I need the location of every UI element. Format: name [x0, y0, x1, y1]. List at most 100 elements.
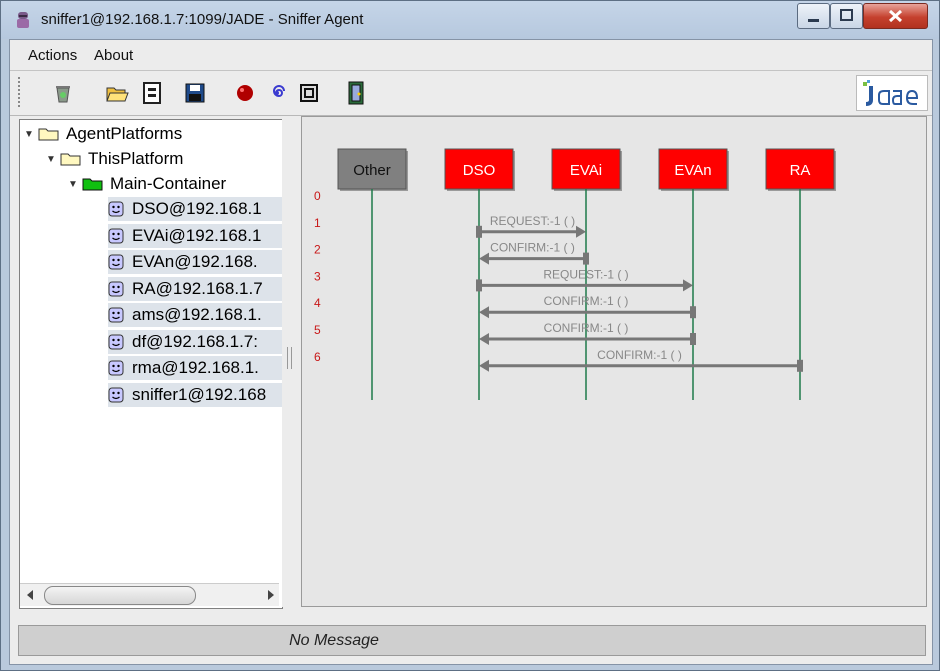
- message-index: 3: [314, 269, 321, 283]
- maximize-button[interactable]: [830, 3, 863, 29]
- message-label[interactable]: REQUEST:-1 ( ): [543, 267, 628, 281]
- expand-triangle-icon[interactable]: ▼: [24, 129, 34, 140]
- status-message: No Message: [289, 632, 379, 649]
- menu-bar: Actions About: [10, 40, 932, 71]
- toolbar: [10, 71, 932, 116]
- message-index: 6: [314, 350, 321, 364]
- agent-box-label: Other: [353, 162, 391, 179]
- message-label[interactable]: REQUEST:-1 ( ): [490, 214, 575, 228]
- client-area: Actions About ▼ AgentPlatforms ▼ ThisPla…: [9, 39, 933, 665]
- message-arrowhead: [479, 306, 489, 319]
- filter-button[interactable]: [296, 80, 322, 106]
- scroll-right-icon[interactable]: [264, 585, 278, 605]
- sniffer-agent-icon: [17, 12, 29, 28]
- tree-label-root: AgentPlatforms: [66, 124, 183, 143]
- agent-name: RA@192.168.1.7: [132, 278, 263, 298]
- agent-tree[interactable]: ▼ AgentPlatforms ▼ ThisPlatform ▼ Main-C…: [19, 119, 283, 609]
- exit-door-icon: [348, 81, 364, 105]
- agent-name: EVAn@192.168.: [132, 252, 258, 271]
- agent-box-label: RA: [790, 162, 811, 179]
- agent-face-icon: [108, 254, 124, 270]
- tree-node-agent[interactable]: ams@192.168.1.: [108, 303, 282, 327]
- tree-horizontal-scrollbar[interactable]: [20, 583, 279, 606]
- tree-node-agent[interactable]: df@192.168.1.7:: [108, 329, 282, 354]
- record-button[interactable]: [232, 80, 258, 106]
- agent-face-icon: [108, 228, 124, 243]
- tree-node-agent-platforms[interactable]: ▼ AgentPlatforms: [24, 122, 182, 146]
- tree-node-agent[interactable]: RA@192.168.1.7: [108, 276, 282, 301]
- status-bar: No Message: [18, 625, 926, 656]
- message-arrowhead: [479, 359, 489, 372]
- exit-button[interactable]: [344, 80, 370, 106]
- agent-face-icon: [108, 387, 124, 402]
- save-button[interactable]: [182, 80, 208, 106]
- agent-name: sniffer1@192.168: [132, 384, 267, 404]
- jade-logo-icon: [863, 80, 919, 106]
- message-arrowhead: [683, 279, 693, 292]
- message-label[interactable]: CONFIRM:-1 ( ): [544, 294, 629, 308]
- scrollbar-thumb[interactable]: [44, 586, 196, 605]
- container-folder-icon: [82, 178, 103, 191]
- sequence-diagram[interactable]: Other DSO EVAi EVAn RA 0 1 REQUEST:-1 ( ) 2 CONFI…: [302, 117, 926, 606]
- sniffer-window: sniffer1@192.168.1.7:1099/JADE - Sniffer…: [0, 0, 940, 671]
- message-index: 0: [314, 189, 321, 203]
- agent-box-label: EVAi: [570, 162, 602, 179]
- sniff-spiral-button[interactable]: [264, 80, 290, 106]
- tree-node-agent[interactable]: EVAn@192.168.: [108, 250, 282, 274]
- close-icon: [888, 9, 903, 23]
- maximize-icon: [840, 9, 853, 21]
- folder-open-icon: [38, 128, 59, 141]
- title-bar[interactable]: sniffer1@192.168.1.7:1099/JADE - Sniffer…: [1, 1, 939, 39]
- tree-node-this-platform[interactable]: ▼ ThisPlatform: [46, 147, 183, 171]
- tree-node-agent[interactable]: sniffer1@192.168: [108, 382, 282, 407]
- tree-node-agent[interactable]: EVAi@192.168.1: [108, 223, 282, 248]
- close-button[interactable]: [863, 3, 928, 29]
- scroll-left-icon[interactable]: [23, 585, 37, 605]
- agent-face-icon: [108, 201, 124, 217]
- minimize-icon: [808, 19, 819, 22]
- message-index: 2: [314, 243, 321, 257]
- expand-triangle-icon[interactable]: ▼: [68, 179, 78, 190]
- agent-face-icon: [108, 307, 124, 323]
- agent-face-icon: [108, 281, 124, 296]
- jade-logo: [856, 75, 928, 111]
- tree-node-main-container[interactable]: ▼ Main-Container: [68, 172, 226, 196]
- clear-canvas-icon: [56, 86, 70, 103]
- open-folder-icon: [106, 87, 129, 102]
- spiral-icon: [273, 85, 285, 98]
- message-arrowhead: [576, 225, 586, 238]
- agent-name: DSO@192.168.1: [132, 199, 262, 218]
- message-sequence-canvas[interactable]: Other DSO EVAi EVAn RA 0 1 REQUEST:-1 ( ) 2 CONFI…: [301, 116, 927, 607]
- message-label[interactable]: CONFIRM:-1 ( ): [597, 348, 682, 362]
- filter-icon: [300, 84, 318, 102]
- split-pane-divider[interactable]: [282, 119, 296, 607]
- menu-actions[interactable]: Actions: [28, 47, 77, 64]
- message-arrowhead: [479, 252, 489, 265]
- message-label[interactable]: CONFIRM:-1 ( ): [544, 321, 629, 335]
- tree-node-agent[interactable]: rma@192.168.1.: [108, 356, 282, 380]
- message-index: 4: [314, 296, 321, 310]
- message-arrowhead: [479, 333, 489, 345]
- message-index: 5: [314, 323, 321, 337]
- tree-label-platform: ThisPlatform: [88, 149, 184, 168]
- tree-label-container: Main-Container: [110, 174, 227, 193]
- minimize-button[interactable]: [797, 3, 830, 29]
- splitter-grip[interactable]: [287, 347, 292, 369]
- open-button[interactable]: [104, 80, 130, 106]
- folder-open-icon: [60, 153, 81, 166]
- message-label[interactable]: CONFIRM:-1 ( ): [490, 241, 575, 255]
- toolbar-grip[interactable]: [18, 77, 24, 107]
- agent-name: ams@192.168.1.: [132, 305, 262, 324]
- agent-box-label: EVAn: [674, 162, 711, 179]
- write-messages-icon: [143, 82, 161, 104]
- clear-canvas-button[interactable]: [50, 80, 76, 106]
- agent-face-icon: [108, 334, 124, 349]
- expand-triangle-icon[interactable]: ▼: [46, 154, 56, 165]
- menu-about[interactable]: About: [94, 47, 133, 64]
- agent-box-label: DSO: [463, 162, 496, 179]
- tree-node-agent[interactable]: DSO@192.168.1: [108, 197, 282, 221]
- write-messages-button[interactable]: [140, 80, 166, 106]
- message-index: 1: [314, 216, 321, 230]
- agent-name: df@192.168.1.7:: [132, 331, 258, 351]
- record-icon: [237, 85, 253, 101]
